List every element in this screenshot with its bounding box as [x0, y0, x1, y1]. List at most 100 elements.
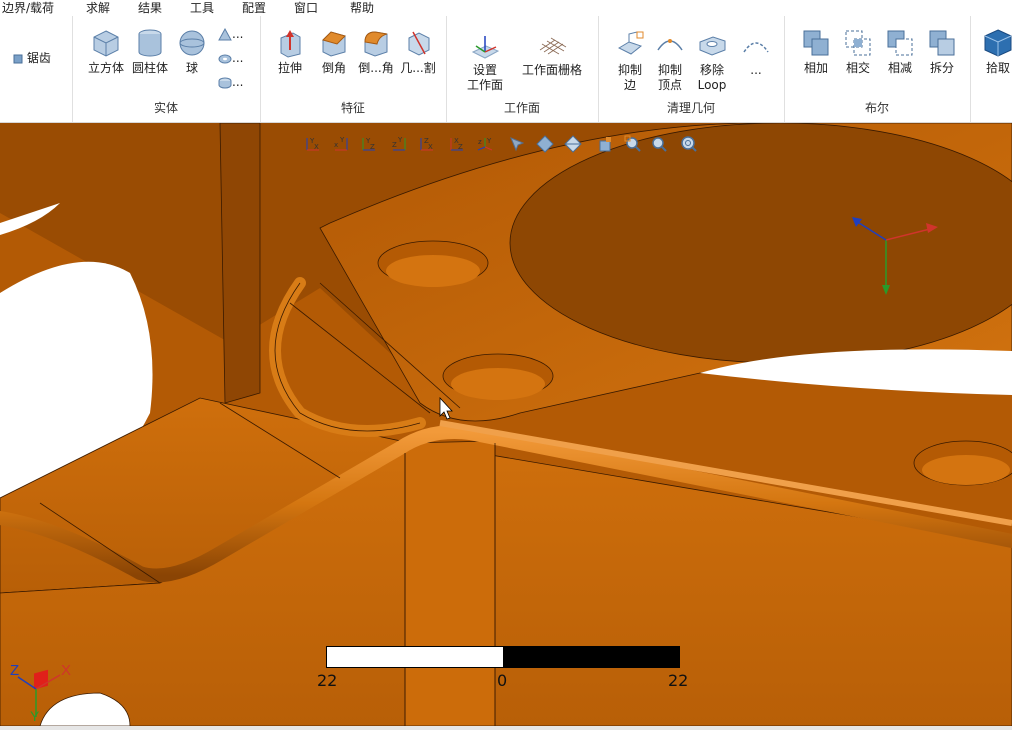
status-strip	[0, 726, 1012, 730]
zoom-window-icon[interactable]	[624, 135, 642, 153]
split-solid-label: 拆分	[929, 61, 954, 75]
svg-text:z: z	[478, 138, 482, 146]
fillet-label: 倒...角	[358, 61, 394, 75]
box-icon[interactable]	[596, 135, 614, 153]
3d-viewport[interactable]: YX xY YZ ZY ZX XZ zY X Z Y 22 0 22	[0, 123, 1012, 726]
svg-text:x: x	[334, 141, 338, 149]
axis-y-label: Y	[30, 708, 40, 723]
svg-text:X: X	[314, 143, 319, 151]
group-workplane-label: 工作面	[503, 101, 540, 115]
workplane-grid-label: 工作面栅格	[521, 63, 582, 77]
fillet-button[interactable]: 倒...角	[356, 28, 396, 76]
pick-label: 拾取	[985, 61, 1010, 75]
torus-label: ...	[232, 51, 244, 65]
sphere-button[interactable]: 球	[176, 28, 208, 76]
axis-x-label: X	[61, 662, 71, 679]
sawtooth-label: 锯齿	[26, 51, 51, 65]
split-solid-button[interactable]: 拆分	[924, 28, 960, 76]
remove-loop-label-1: 移除	[699, 63, 724, 77]
chamfer-button[interactable]: 倒角	[316, 28, 352, 76]
sawtooth-icon	[13, 54, 23, 63]
select-arrow-icon[interactable]	[508, 135, 526, 153]
suppress-edge-icon	[617, 31, 644, 55]
torus-button[interactable]: ...	[218, 50, 243, 66]
sphere-icon	[179, 30, 205, 56]
pick-button[interactable]: 拾取	[980, 28, 1012, 76]
suppress-vertex-button[interactable]: 抑制 顶点	[654, 30, 686, 93]
cleanup-more-label: ...	[750, 63, 762, 77]
disk-label: ...	[232, 75, 244, 89]
split-button[interactable]: 几...割	[398, 28, 438, 76]
view-iso-icon[interactable]: zY	[476, 135, 494, 153]
cube-button[interactable]: 立方体	[86, 28, 126, 76]
extrude-button[interactable]: 拉伸	[272, 28, 308, 76]
fillet-icon	[364, 31, 388, 57]
suppress-vertex-label-2: 顶点	[657, 78, 682, 92]
menu-window[interactable]: 窗口	[294, 0, 318, 16]
zoom-all-icon[interactable]	[680, 135, 698, 153]
chamfer-label: 倒角	[321, 61, 346, 75]
suppress-edge-label-1: 抑制	[617, 63, 642, 77]
grid-icon	[539, 37, 567, 55]
chamfer-icon	[322, 31, 346, 57]
cube-icon	[93, 30, 119, 57]
sawtooth-button[interactable]: 锯齿	[13, 50, 51, 66]
cylinder-button[interactable]: 圆柱体	[128, 28, 172, 76]
view-xz-icon[interactable]: XZ	[448, 135, 466, 153]
svg-text:Z: Z	[392, 141, 397, 149]
axis-triad: X Z Y	[10, 662, 71, 723]
menu-help[interactable]: 帮助	[350, 0, 374, 16]
group-solid-label: 实体	[153, 101, 178, 115]
view-zx-icon[interactable]: ZX	[418, 135, 436, 153]
svg-text:X: X	[428, 143, 433, 151]
svg-text:Y: Y	[397, 136, 403, 144]
group-boolean: 相加 相交 相减 拆分 布尔	[784, 16, 971, 122]
svg-text:Z: Z	[458, 143, 463, 151]
workplane-grid-button[interactable]: 工作面栅格	[518, 30, 586, 78]
split-label: 几...割	[400, 61, 436, 75]
view-xy-icon[interactable]: xY	[332, 135, 350, 153]
extrude-icon	[280, 30, 301, 58]
pick-cube-icon	[984, 29, 1012, 57]
scale-bar-black-segment	[503, 647, 679, 667]
view-yz-icon[interactable]: YZ	[360, 135, 378, 153]
union-button[interactable]: 相加	[798, 28, 834, 76]
remove-loop-button[interactable]: 移除 Loop	[694, 30, 730, 93]
cone-button[interactable]: ...	[218, 26, 243, 42]
view-yx-icon[interactable]: YX	[304, 135, 322, 153]
svg-text:Y: Y	[339, 136, 345, 144]
svg-text:Y: Y	[486, 137, 492, 145]
disk-button[interactable]: ...	[218, 74, 243, 90]
intersect-button[interactable]: 相交	[840, 28, 876, 76]
union-label: 相加	[803, 61, 828, 75]
group-sawtooth: 锯齿	[0, 16, 73, 122]
orientation-triad	[852, 217, 938, 295]
set-workplane-label-2: 工作面	[466, 78, 503, 92]
group-feature: 拉伸 倒角 倒...角 几...割 特征	[260, 16, 447, 122]
remove-loop-label-2: Loop	[697, 78, 727, 92]
cleanup-more-button[interactable]: ...	[736, 30, 776, 78]
menu-solve[interactable]: 求解	[86, 0, 110, 16]
view-zy-icon[interactable]: ZY	[390, 135, 408, 153]
svg-text:Z: Z	[370, 143, 375, 151]
wireframe-icon[interactable]	[564, 135, 582, 153]
shade-icon[interactable]	[536, 135, 554, 153]
menu-config[interactable]: 配置	[242, 0, 266, 16]
menu-tools[interactable]: 工具	[190, 0, 214, 16]
menu-boundary-load[interactable]: 边界/载荷	[2, 0, 54, 16]
scale-label-left: 22	[317, 671, 338, 690]
split-icon	[408, 31, 430, 56]
cube-label: 立方体	[87, 61, 124, 75]
set-workplane-button[interactable]: 设置 工作面	[460, 30, 510, 93]
zoom-fit-icon[interactable]	[650, 135, 668, 153]
union-icon	[803, 30, 829, 56]
menu-results[interactable]: 结果	[138, 0, 162, 16]
subtract-button[interactable]: 相减	[882, 28, 918, 76]
suppress-edge-button[interactable]: 抑制 边	[614, 30, 646, 93]
disk-icon	[218, 77, 232, 88]
extrude-label: 拉伸	[277, 61, 302, 75]
remove-loop-icon	[699, 36, 726, 56]
cylinder-icon	[138, 29, 162, 57]
ribbon: 锯齿 立方体 圆柱体 球 ... ... ... 实体 拉伸 倒角 倒...角 …	[0, 16, 1012, 123]
scale-bar	[326, 646, 680, 668]
